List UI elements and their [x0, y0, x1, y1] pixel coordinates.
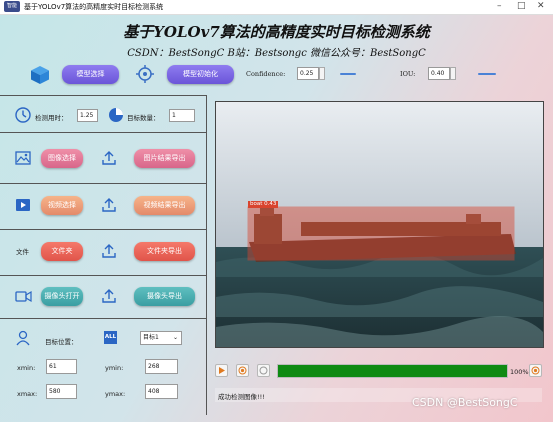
detect-time-label: 检测用时：	[35, 114, 68, 122]
user-icon	[16, 330, 30, 346]
confidence-input[interactable]: 0.25	[297, 67, 319, 80]
record-icon	[238, 366, 247, 375]
image-icon	[15, 151, 31, 165]
status-message: 成功检测图像!!!	[218, 393, 265, 401]
minimize-icon[interactable]: –	[497, 1, 502, 11]
iou-label: IOU:	[400, 70, 416, 78]
record-icon	[531, 366, 540, 375]
folder-select-button[interactable]: 文件夹	[41, 242, 83, 261]
upload-icon[interactable]	[101, 243, 117, 259]
folder-export-button[interactable]: 文件夹导出	[134, 242, 195, 261]
confidence-label: Confidence:	[246, 70, 286, 78]
capture-button[interactable]	[529, 364, 542, 377]
divider	[0, 318, 207, 319]
target-count-value: 1	[169, 109, 195, 122]
confidence-spinner[interactable]	[319, 67, 325, 80]
play-button[interactable]	[215, 364, 228, 377]
camera-open-button[interactable]: 摄像头打开	[41, 287, 83, 306]
progress-bar	[277, 364, 508, 378]
divider	[0, 183, 207, 184]
progress-text: 100%	[510, 368, 529, 376]
target-count-label: 目标数量：	[127, 114, 160, 122]
close-icon[interactable]: ✕	[537, 1, 545, 11]
chevron-down-icon: ⌄	[172, 334, 178, 341]
video-export-button[interactable]: 视频结果导出	[134, 196, 195, 215]
progress-fill	[278, 365, 507, 377]
page-subtitle: CSDN：BestSongC B站：Bestsongc 微信公众号：BestSo…	[127, 48, 426, 59]
stop-button[interactable]	[257, 364, 270, 377]
app-icon: 智能	[4, 1, 20, 12]
pie-chart-icon	[109, 108, 123, 122]
maximize-icon[interactable]: □	[517, 1, 526, 11]
upload-icon[interactable]	[101, 288, 117, 304]
divider	[0, 275, 207, 276]
iou-slider[interactable]	[478, 73, 496, 75]
target-select[interactable]: 目标1 ⌄	[140, 331, 182, 345]
upload-icon[interactable]	[101, 150, 117, 166]
xmin-field: 61	[46, 359, 77, 374]
xmax-field: 580	[46, 384, 77, 399]
stop-icon	[259, 366, 268, 375]
camera-export-button[interactable]: 摄像头导出	[134, 287, 195, 306]
ship-photo	[216, 102, 543, 347]
target-position-label: 目标位置：	[45, 338, 78, 346]
divider	[0, 229, 207, 230]
model-init-button[interactable]: 模型初始化	[167, 65, 234, 84]
image-export-button[interactable]: 图片结果导出	[134, 149, 195, 168]
record-button[interactable]	[236, 364, 249, 377]
xmax-label: xmax:	[17, 390, 38, 398]
window-title: 基于YOLOv7算法的高精度实时目标检测系统	[24, 3, 164, 11]
target-select-value: 目标1	[143, 334, 159, 341]
play-icon	[219, 367, 225, 374]
ymin-label: ymin:	[105, 364, 124, 372]
image-viewer: boat 0.43	[215, 101, 544, 348]
video-icon	[16, 199, 30, 211]
folder-icon: 文件	[16, 248, 29, 256]
all-badge: ALL	[104, 331, 117, 344]
video-select-button[interactable]: 视频选择	[41, 196, 83, 215]
iou-input[interactable]: 0.40	[428, 67, 450, 80]
model-select-button[interactable]: 模型选择	[62, 65, 119, 84]
ymax-label: ymax:	[105, 390, 126, 398]
image-select-button[interactable]: 图像选择	[41, 149, 83, 168]
detect-time-value: 1.25	[77, 109, 98, 122]
camera-icon	[15, 290, 32, 303]
ymin-field: 268	[145, 359, 178, 374]
cube-icon	[31, 66, 49, 84]
iou-spinner[interactable]	[450, 67, 456, 80]
divider	[0, 95, 207, 96]
detection-label: boat 0.43	[250, 201, 277, 207]
window-titlebar: 智能 基于YOLOv7算法的高精度实时目标检测系统 – □ ✕	[0, 0, 553, 15]
upload-icon[interactable]	[101, 197, 117, 213]
xmin-label: xmin:	[17, 364, 36, 372]
page-title: 基于YOLOv7算法的高精度实时目标检测系统	[123, 23, 430, 41]
confidence-slider[interactable]	[340, 73, 356, 75]
clock-icon	[15, 107, 31, 123]
divider	[0, 132, 207, 133]
ymax-field: 408	[145, 384, 178, 399]
watermark: CSDN @BestSongC	[412, 396, 518, 409]
panel-divider	[206, 95, 207, 415]
target-settings-icon	[136, 65, 154, 83]
